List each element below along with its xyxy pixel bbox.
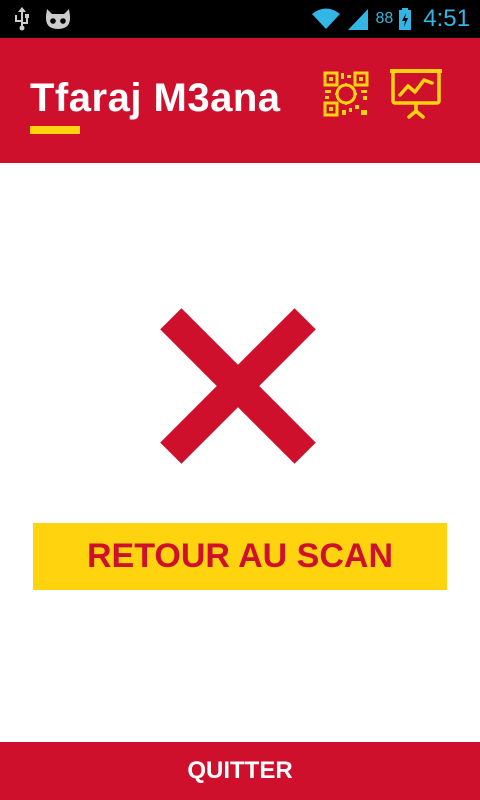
qr-scan-button[interactable] <box>318 66 374 122</box>
status-clock: 4:51 <box>423 5 470 32</box>
app-title: Tfaraj M3ana <box>30 76 281 120</box>
wifi-icon <box>312 8 341 29</box>
error-x-icon <box>160 308 316 464</box>
retour-au-scan-label: RETOUR AU SCAN <box>86 537 394 575</box>
usb-icon <box>15 7 29 31</box>
app-bar: Tfaraj M3ana <box>0 38 480 163</box>
title-underline <box>30 126 80 134</box>
battery-charging-icon <box>399 8 412 30</box>
status-right-icons: 88 4:51 <box>311 0 470 38</box>
status-bar: 88 4:51 <box>0 0 480 38</box>
signal-icon <box>348 9 369 30</box>
quit-label: QUITTER <box>187 757 293 784</box>
qr-scan-icon <box>323 71 369 117</box>
quit-button[interactable]: QUITTER <box>0 742 480 800</box>
cyanogen-mascot-icon <box>45 9 71 29</box>
presentation-chart-icon <box>390 69 442 119</box>
battery-percent: 88 <box>375 10 394 27</box>
statistics-button[interactable] <box>388 66 444 122</box>
status-left-icons <box>14 6 72 32</box>
retour-au-scan-button[interactable]: RETOUR AU SCAN <box>33 523 447 590</box>
